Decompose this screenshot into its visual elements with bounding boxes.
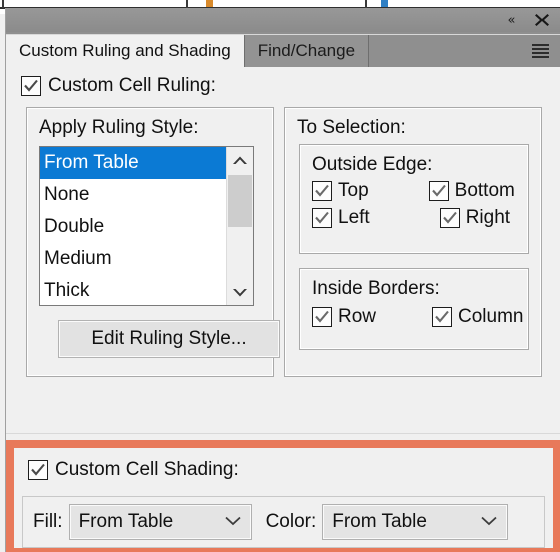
checkbox-left[interactable] (312, 208, 332, 228)
list-item-label: None (44, 184, 90, 205)
list-item[interactable]: From Table (40, 147, 226, 179)
checkbox-bottom[interactable] (428, 181, 449, 201)
color-label: Color: (265, 511, 317, 532)
apply-ruling-style-caption: Apply Ruling Style: (39, 117, 199, 138)
list-item-label: Double (44, 216, 105, 237)
chevron-down-icon[interactable] (481, 513, 497, 531)
checkbox-left-label: Left (338, 207, 370, 228)
inside-borders-caption: Inside Borders: (312, 278, 440, 299)
checkbox-cell-row[interactable]: Row (312, 307, 376, 327)
list-item[interactable]: Medium (40, 243, 226, 275)
checkbox-right-label: Right (465, 207, 511, 228)
checkbox-cell-column[interactable]: Column (432, 306, 524, 327)
shading-fields-bar: Fill: From Table Color: From Table (22, 496, 545, 548)
ruling-style-list-items: From Table None Double Medium Thick (40, 147, 226, 305)
tab-custom-ruling-and-shading[interactable]: Custom Ruling and Shading (6, 35, 244, 67)
edit-ruling-style-label: Edit Ruling Style... (91, 328, 247, 349)
backdrop-marker-orange (206, 0, 213, 7)
panel-tabstrip: Custom Ruling and Shading Find/Change (6, 35, 560, 67)
inside-borders-group: Inside Borders: Row Column (299, 268, 529, 350)
list-item[interactable]: None (40, 179, 226, 211)
edit-ruling-style-button[interactable]: Edit Ruling Style... (58, 320, 280, 358)
tab-find-change[interactable]: Find/Change (243, 35, 370, 67)
to-selection-caption: To Selection: (297, 117, 406, 138)
tab-label: Custom Ruling and Shading (19, 41, 231, 60)
outside-edge-row-1: Top Bottom (312, 181, 515, 201)
checkbox-column[interactable] (432, 307, 453, 327)
fill-label: Fill: (33, 511, 63, 532)
checkbox-custom-cell-ruling[interactable] (21, 76, 41, 96)
listbox-scrollbar[interactable] (226, 147, 253, 305)
checkbox-cell-right[interactable]: Right (439, 207, 511, 228)
backdrop-marker-blue (381, 0, 388, 7)
fill-dropdown-value: From Table (78, 511, 174, 532)
checkbox-bottom-label: Bottom (454, 180, 515, 201)
list-item-label: From Table (44, 152, 139, 173)
checkbox-row-label: Row (338, 306, 377, 327)
custom-cell-shading-label: Custom Cell Shading: (55, 459, 239, 480)
custom-cell-ruling-checkbox-row[interactable]: Custom Cell Ruling: (21, 76, 216, 96)
checkbox-top[interactable] (312, 181, 332, 201)
checkbox-custom-cell-shading[interactable] (28, 460, 48, 480)
outside-edge-checkboxes: Top Bottom Left Right (312, 181, 515, 235)
chevron-down-icon[interactable] (224, 513, 241, 531)
list-item-label: Thick (44, 280, 90, 301)
custom-cell-ruling-label: Custom Cell Ruling: (48, 75, 216, 96)
outside-edge-caption: Outside Edge: (312, 154, 433, 175)
checkbox-right[interactable] (439, 208, 460, 228)
double-chevron-left-icon[interactable]: « (503, 14, 519, 28)
list-item[interactable]: Thick (40, 275, 226, 305)
scroll-down-icon[interactable] (227, 279, 253, 305)
application-root: « Custom Ruling and Shading Find/Change (0, 0, 560, 552)
titlebar-drag-area[interactable] (6, 8, 560, 32)
color-dropdown[interactable]: From Table (322, 504, 509, 540)
list-item-label: Medium (44, 248, 112, 269)
panel-body: Custom Cell Ruling: Apply Ruling Style: … (6, 67, 560, 552)
close-icon[interactable] (533, 11, 551, 29)
tabstrip-filler (369, 35, 560, 67)
list-item[interactable]: Double (40, 211, 226, 243)
outside-edge-group: Outside Edge: Top Bottom Left Right (299, 144, 529, 254)
custom-cell-shading-highlight: Custom Cell Shading: Fill: From Table Co… (6, 440, 560, 552)
outside-edge-row-2: Left Right (312, 208, 515, 228)
panel-titlebar[interactable]: « (6, 8, 560, 35)
backdrop-tick-mid (186, 0, 188, 8)
checkbox-top-label: Top (338, 180, 369, 201)
custom-ruling-panel: « Custom Ruling and Shading Find/Change (5, 8, 560, 552)
hamburger-menu-icon[interactable] (532, 44, 549, 58)
scrollbar-thumb[interactable] (228, 175, 252, 227)
backdrop-tick-left (2, 0, 4, 8)
fill-dropdown[interactable]: From Table (68, 504, 252, 540)
checkbox-row[interactable] (312, 307, 332, 327)
inside-borders-checkboxes: Row Column (312, 307, 524, 334)
checkbox-cell-bottom[interactable]: Bottom (428, 180, 515, 201)
ruling-style-listbox[interactable]: From Table None Double Medium Thick (39, 146, 254, 306)
tab-label: Find/Change (257, 41, 356, 60)
color-dropdown-value: From Table (332, 511, 427, 532)
to-selection-group: To Selection: Outside Edge: Top Bottom L… (284, 107, 542, 377)
checkbox-column-label: Column (458, 306, 524, 327)
inside-borders-row-1: Row Column (312, 307, 524, 327)
backdrop-tick-right (365, 0, 367, 8)
apply-ruling-style-group: Apply Ruling Style: From Table None Doub… (26, 107, 280, 377)
checkbox-cell-left[interactable]: Left (312, 208, 370, 228)
scroll-up-icon[interactable] (227, 147, 253, 173)
checkbox-cell-top[interactable]: Top (312, 181, 369, 201)
custom-cell-shading-checkbox-row[interactable]: Custom Cell Shading: (28, 460, 239, 480)
section-divider (6, 433, 560, 434)
